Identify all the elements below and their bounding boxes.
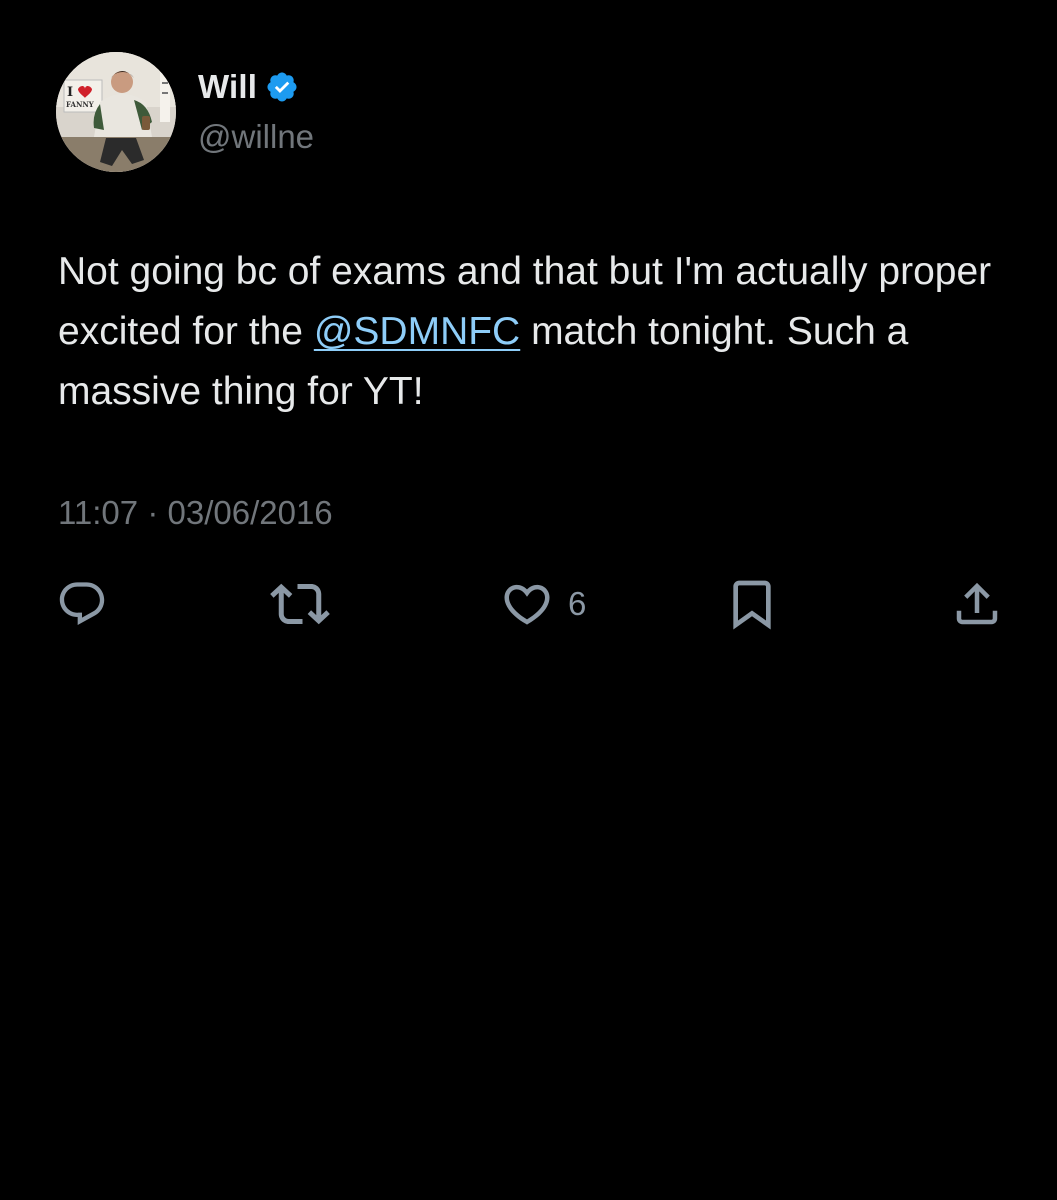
tweet-text: Not going bc of exams and that but I'm a… [58, 242, 1018, 422]
heart-icon [504, 584, 550, 625]
display-name[interactable]: Will [198, 68, 257, 106]
bookmark-button[interactable] [724, 576, 780, 632]
action-bar: 6 [0, 576, 1057, 632]
tweet-timestamp[interactable]: 11:07 · 03/06/2016 [58, 494, 333, 532]
share-button[interactable] [950, 576, 1004, 632]
meta-separator: · [147, 494, 159, 531]
like-count: 6 [568, 585, 587, 622]
tweet-detail: I FANNY Will @willne Not going bc of exa… [0, 0, 1057, 1200]
retweet-icon [270, 583, 330, 625]
mention-link[interactable]: @SDMNFC [314, 310, 520, 353]
reply-icon [59, 582, 105, 626]
reply-button[interactable] [56, 576, 108, 632]
tweet-date: 03/06/2016 [167, 494, 333, 531]
svg-text:FANNY: FANNY [66, 100, 95, 109]
retweet-button[interactable] [270, 576, 330, 632]
tweet-time: 11:07 [58, 494, 139, 531]
bookmark-icon [733, 580, 771, 630]
avatar-photo: I FANNY [56, 52, 176, 172]
avatar[interactable]: I FANNY [56, 52, 176, 172]
author-name-row[interactable]: Will [198, 64, 299, 110]
like-button[interactable]: 6 [500, 576, 586, 632]
svg-text:I: I [67, 85, 73, 100]
author-handle[interactable]: @willne [198, 118, 314, 156]
share-icon [956, 582, 998, 625]
verified-badge-icon[interactable] [265, 70, 299, 104]
